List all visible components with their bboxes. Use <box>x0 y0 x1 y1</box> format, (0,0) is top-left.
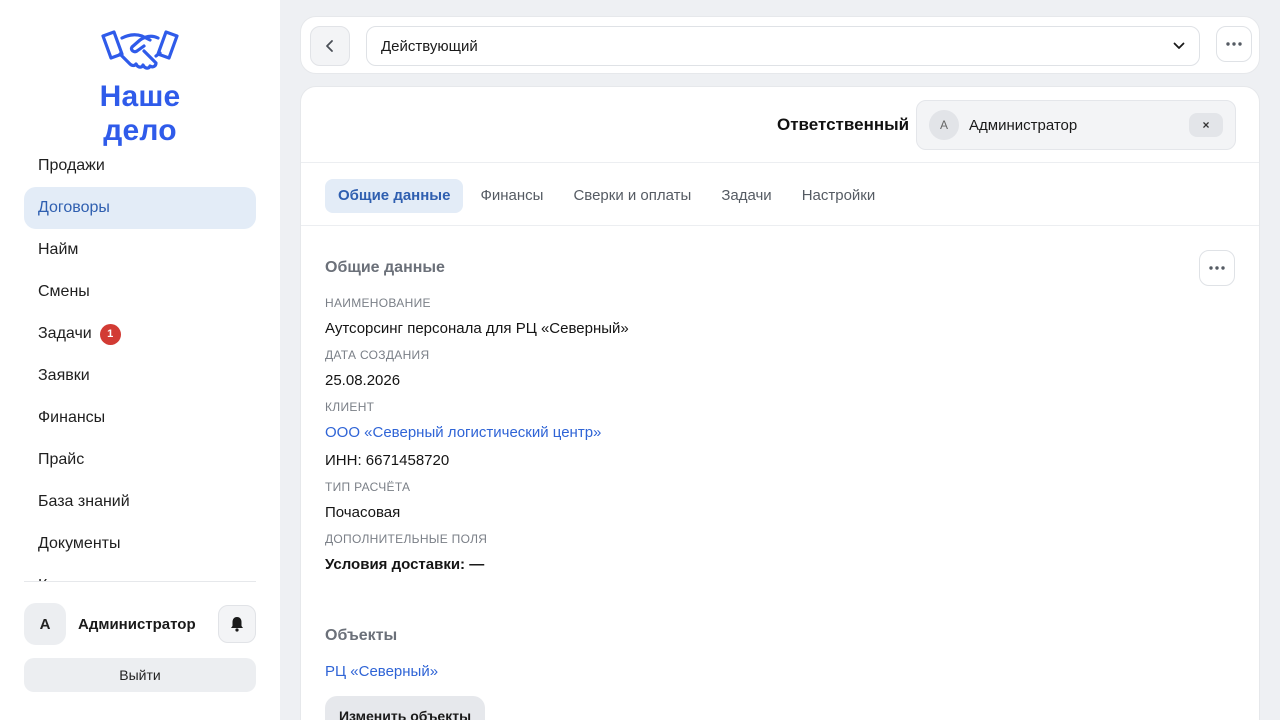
main-nav: Продажи Договоры Найм Смены Задачи 1 Заявки Фин… <box>24 145 256 581</box>
section-more-button[interactable] <box>1199 250 1235 286</box>
sidebar-item[interactable]: Финансы <box>24 397 256 439</box>
edit-objects-button[interactable]: Изменить объекты <box>325 696 485 720</box>
field-label-calc-type: ТИП РАСЧЁТА <box>325 480 411 494</box>
logout-button[interactable]: Выйти <box>24 658 256 692</box>
sidebar-item-label: Договоры <box>38 199 110 216</box>
sidebar-item[interactable]: К <box>24 565 256 581</box>
more-horizontal-icon <box>1209 266 1225 270</box>
chevron-left-icon <box>326 40 333 52</box>
sidebar-item[interactable]: Найм <box>24 229 256 271</box>
sidebar-item-label: Прайс <box>38 451 85 468</box>
logo[interactable]: Наше дело <box>60 26 220 147</box>
bell-icon <box>231 617 243 632</box>
divider <box>301 162 1259 163</box>
client-inn: ИНН: 6671458720 <box>325 452 450 469</box>
responsible-avatar: А <box>929 110 959 140</box>
sidebar-item[interactable]: Заявки <box>24 355 256 397</box>
field-value-extra: Условия доставки: — <box>325 556 485 573</box>
handshake-icon <box>101 30 179 70</box>
sidebar-item[interactable]: Смены <box>24 271 256 313</box>
section-title-objects: Объекты <box>325 627 398 644</box>
top-bar: Действующий <box>300 16 1260 74</box>
field-label-client: КЛИЕНТ <box>325 400 375 414</box>
divider <box>301 225 1259 226</box>
field-label-extra: ДОПОЛНИТЕЛЬНЫЕ ПОЛЯ <box>325 532 488 546</box>
field-value-name: Аутсорсинг персонала для РЦ «Северный» <box>325 320 629 337</box>
sidebar-item-label: Документы <box>38 535 121 552</box>
sidebar-item-label: Найм <box>38 241 79 258</box>
sidebar-item[interactable]: Продажи <box>24 145 256 187</box>
tab-bar: Общие данные Финансы Сверки и оплаты Задачи… <box>325 179 892 213</box>
status-select[interactable]: Действующий <box>366 26 1200 66</box>
sidebar-item-label: Смены <box>38 283 90 300</box>
user-avatar[interactable]: А <box>24 603 66 645</box>
responsible-name: Администратор <box>969 116 1078 134</box>
back-button[interactable] <box>310 26 350 66</box>
logo-text: Наше дело <box>99 80 181 147</box>
field-value-date: 25.08.2026 <box>325 372 401 389</box>
notification-badge: 1 <box>99 323 121 345</box>
object-link[interactable]: РЦ «Северный» <box>325 663 438 680</box>
clear-responsible-button[interactable]: × <box>1189 113 1223 137</box>
tab[interactable]: Настройки <box>789 179 889 213</box>
sidebar-item-label: Заявки <box>38 367 90 384</box>
field-value-calc-type: Почасовая <box>325 504 401 521</box>
tab[interactable]: Общие данные <box>325 179 464 213</box>
user-name: Администратор <box>78 615 196 633</box>
status-select-value: Действующий <box>381 37 478 55</box>
more-actions-button[interactable] <box>1216 26 1252 62</box>
responsible-field[interactable]: А Администратор × <box>916 100 1236 150</box>
sidebar-item-label: База знаний <box>38 493 130 510</box>
client-link[interactable]: ООО «Северный логистический центр» <box>325 424 601 441</box>
contract-card: Ответственный А Администратор × Общие да… <box>300 86 1260 720</box>
tab[interactable]: Задачи <box>708 179 784 213</box>
responsible-label: Ответственный <box>777 115 910 134</box>
section-title-general: Общие данные <box>325 259 445 276</box>
sidebar-item[interactable]: База знаний <box>24 481 256 523</box>
sidebar-item[interactable]: Документы <box>24 523 256 565</box>
more-horizontal-icon <box>1226 42 1242 46</box>
sidebar-divider <box>24 581 256 582</box>
sidebar-item-label: Задачи <box>38 325 92 342</box>
field-label-name: НАИМЕНОВАНИЕ <box>325 296 431 310</box>
tab[interactable]: Сверки и оплаты <box>560 179 704 213</box>
sidebar-item[interactable]: Прайс <box>24 439 256 481</box>
sidebar-item[interactable]: Договоры <box>24 187 256 229</box>
sidebar-item-label: К <box>38 565 47 581</box>
sidebar-item-label: Продажи <box>38 157 105 174</box>
sidebar-item-label: Финансы <box>38 409 106 426</box>
user-row: А Администратор <box>24 603 256 645</box>
chevron-down-icon <box>1173 42 1185 49</box>
field-label-date: ДАТА СОЗДАНИЯ <box>325 348 430 362</box>
notifications-button[interactable] <box>218 605 256 643</box>
sidebar: Наше дело Продажи Договоры Найм Смены Задачи… <box>0 0 280 720</box>
tab[interactable]: Финансы <box>467 179 556 213</box>
sidebar-item[interactable]: Задачи 1 <box>24 313 256 355</box>
